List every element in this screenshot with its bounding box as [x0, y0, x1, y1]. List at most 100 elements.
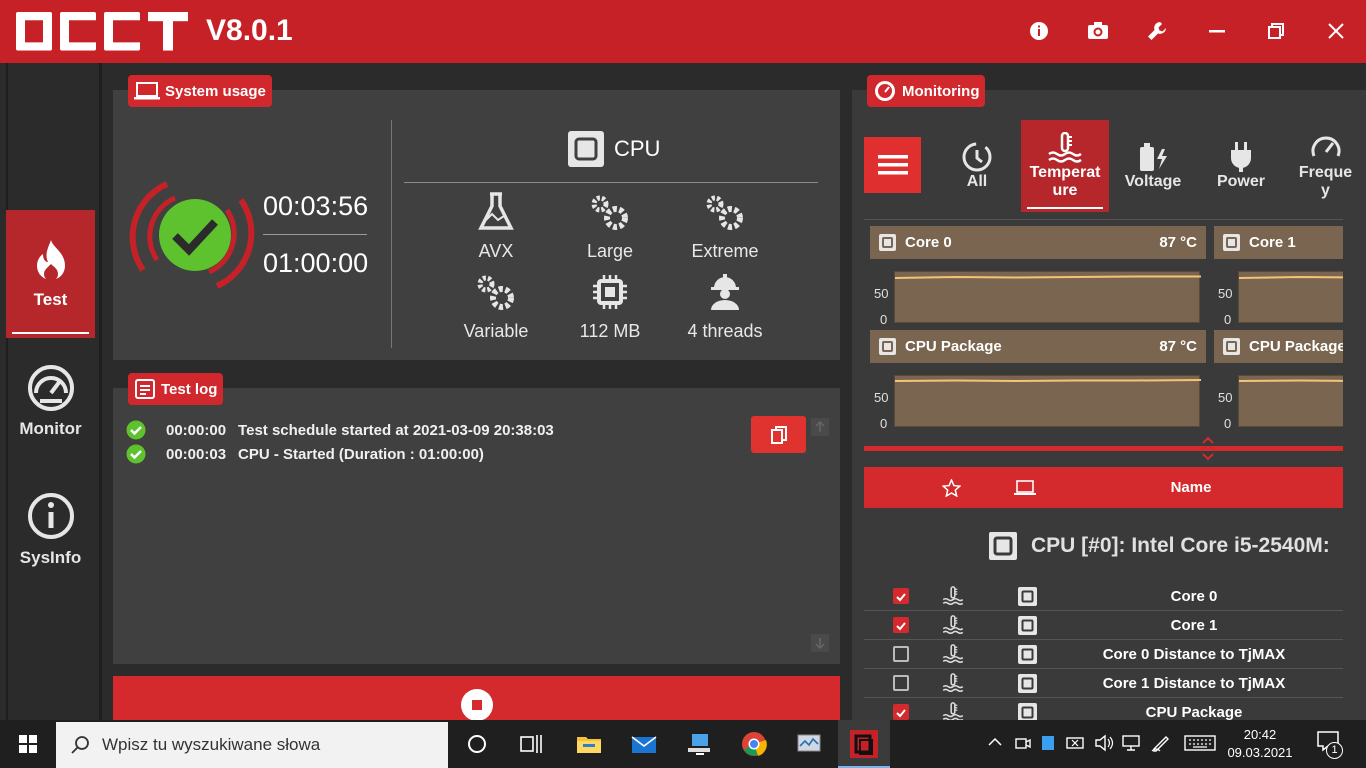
close-button[interactable]	[1321, 16, 1351, 46]
sensor-checkbox[interactable]	[893, 617, 909, 633]
keyboard-icon[interactable]	[1184, 734, 1216, 752]
log-entry: 00:00:00 Test schedule started at 2021-0…	[126, 420, 554, 440]
onedrive-icon[interactable]	[1040, 734, 1056, 752]
cpu-icon	[1018, 703, 1037, 720]
task-view-circle-icon[interactable]	[463, 730, 491, 758]
clock-icon	[962, 142, 992, 172]
sensor-checkbox[interactable]	[893, 646, 909, 662]
hamburger-icon	[877, 155, 908, 175]
scroll-down-button[interactable]	[811, 634, 829, 652]
info-icon	[27, 493, 74, 539]
chart-core-0[interactable]: Core 0 87 °C 50 0	[870, 226, 1206, 328]
taskbar-clock[interactable]: 20:42 09.03.2021	[1222, 726, 1298, 762]
temperature-line	[1238, 275, 1343, 279]
spec-label: Large	[586, 241, 634, 261]
pen-icon[interactable]	[1150, 733, 1172, 753]
nav-label-sysinfo: SysInfo	[19, 548, 82, 567]
cpu-icon	[1018, 674, 1037, 693]
start-button[interactable]	[0, 720, 56, 768]
column-name-header[interactable]: Name	[1144, 479, 1238, 496]
stop-test-button[interactable]	[113, 676, 840, 721]
y-tick: 0	[880, 416, 888, 431]
cpu-icon	[879, 234, 896, 251]
temperature-line	[894, 379, 1202, 383]
sensor-row[interactable]: Core 1 Distance to TjMAX	[864, 669, 1343, 698]
tab-power[interactable]: Power	[1197, 120, 1285, 212]
scroll-up-button[interactable]	[811, 418, 829, 436]
mail-icon[interactable]	[630, 730, 658, 758]
monitor-tool-icon[interactable]	[795, 730, 823, 758]
network-icon[interactable]	[1121, 734, 1141, 752]
sensor-row-clip: CPU Package	[864, 698, 1343, 720]
log-time: 00:00:03	[166, 445, 227, 463]
search-icon	[71, 736, 89, 754]
sensor-row[interactable]: Core 0	[864, 582, 1343, 611]
notifications-button[interactable]: 1	[1316, 730, 1344, 759]
monitoring-menu-button[interactable]	[864, 137, 921, 193]
battery-status-icon[interactable]	[1066, 734, 1086, 752]
occt-taskbar-button[interactable]	[838, 720, 890, 768]
sensor-name: Core 0 Distance to TjMAX	[1102, 646, 1286, 663]
test-log-title: Test log	[161, 380, 218, 398]
device-title: CPU [#0]: Intel Core i5-2540M:	[1031, 534, 1330, 557]
network-computer-icon[interactable]	[686, 730, 714, 758]
sensor-row[interactable]: Core 0 Distance to TjMAX	[864, 640, 1343, 669]
minimize-button[interactable]	[1202, 16, 1232, 46]
spec-divider	[404, 182, 818, 183]
nav-item-sysinfo[interactable]: SysInfo	[6, 466, 95, 594]
spec-label: Variable	[463, 321, 529, 341]
chart-cpu-package[interactable]: CPU Package 87 °C 50 0	[870, 330, 1206, 432]
panel-splitter[interactable]	[864, 446, 1343, 451]
laptop-icon[interactable]	[1014, 480, 1036, 496]
laptop-icon	[134, 82, 160, 100]
tabs-divider	[864, 219, 1343, 220]
sensor-checkbox[interactable]	[893, 588, 909, 604]
star-icon[interactable]	[942, 479, 961, 497]
restore-button[interactable]	[1261, 16, 1291, 46]
flame-icon	[36, 240, 65, 281]
sidebar: Test Monitor SysInfo	[0, 63, 102, 720]
file-explorer-icon[interactable]	[575, 730, 603, 758]
sensor-checkbox[interactable]	[893, 704, 909, 720]
tab-voltage[interactable]: Voltage	[1109, 120, 1197, 212]
nav-item-monitor[interactable]: Monitor	[6, 338, 95, 466]
sensor-row[interactable]: CPU Package	[864, 698, 1343, 720]
settings-button[interactable]	[1142, 16, 1172, 46]
active-indicator	[12, 332, 89, 334]
tab-label: Freque	[1298, 164, 1353, 181]
tab-temperature[interactable]: Temperat ure	[1021, 120, 1109, 212]
chart-core-1[interactable]: Core 1 50 0	[1214, 226, 1343, 328]
info-button[interactable]	[1024, 16, 1054, 46]
thermometer-icon	[1048, 132, 1082, 163]
thermometer-icon	[942, 615, 964, 635]
copy-log-button[interactable]	[751, 416, 806, 453]
chevron-up-icon[interactable]	[988, 737, 1002, 747]
temperature-line	[894, 275, 1201, 279]
taskbar: Wpisz tu wyszukiwane słowa 20:42 09.03.2…	[0, 720, 1366, 768]
volume-icon[interactable]	[1094, 734, 1114, 752]
task-view-icon[interactable]	[517, 730, 545, 758]
worker-icon	[711, 274, 739, 310]
y-tick: 0	[1224, 416, 1232, 431]
tab-all[interactable]: All	[933, 120, 1021, 212]
meet-icon[interactable]	[1014, 734, 1032, 752]
chart-plot	[894, 271, 1201, 323]
sensor-row[interactable]: Core 1	[864, 611, 1343, 640]
chart-title: Core 0	[905, 234, 952, 251]
chrome-icon[interactable]	[740, 730, 768, 758]
chart-title: Core 1	[1249, 234, 1296, 251]
chart-title: CPU Package	[905, 338, 1002, 355]
sensor-name: Core 1 Distance to TjMAX	[1102, 675, 1286, 692]
arrow-down-icon	[815, 638, 825, 650]
tab-frequency[interactable]: Freque y	[1285, 120, 1366, 212]
chart-cpu-package-2[interactable]: CPU Package 50 0	[1214, 330, 1343, 432]
screenshot-button[interactable]	[1083, 16, 1113, 46]
nav-item-test[interactable]: Test	[6, 210, 95, 338]
taskbar-search[interactable]: Wpisz tu wyszukiwane słowa	[56, 722, 448, 768]
sensor-checkbox[interactable]	[893, 675, 909, 691]
resize-arrows-icon	[1202, 436, 1214, 461]
speedometer-icon	[1311, 136, 1340, 157]
nav-label-monitor: Monitor	[19, 419, 82, 438]
log-message: Test schedule started at 2021-03-09 20:3…	[238, 421, 554, 439]
total-duration: 01:00:00	[263, 248, 369, 278]
